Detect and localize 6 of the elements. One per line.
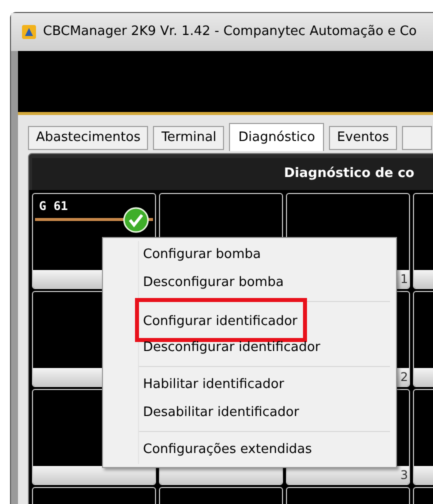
pump-label: G 61 [39, 198, 68, 215]
panel-title: Diagnóstico de co [284, 165, 414, 184]
address-label: 3 [400, 467, 408, 484]
window-title: CBCManager 2K9 Vr. 1.42 - Companytec Automação e Co [43, 23, 417, 42]
address-label: 2 [400, 369, 408, 386]
address-label: 1 [400, 271, 408, 288]
